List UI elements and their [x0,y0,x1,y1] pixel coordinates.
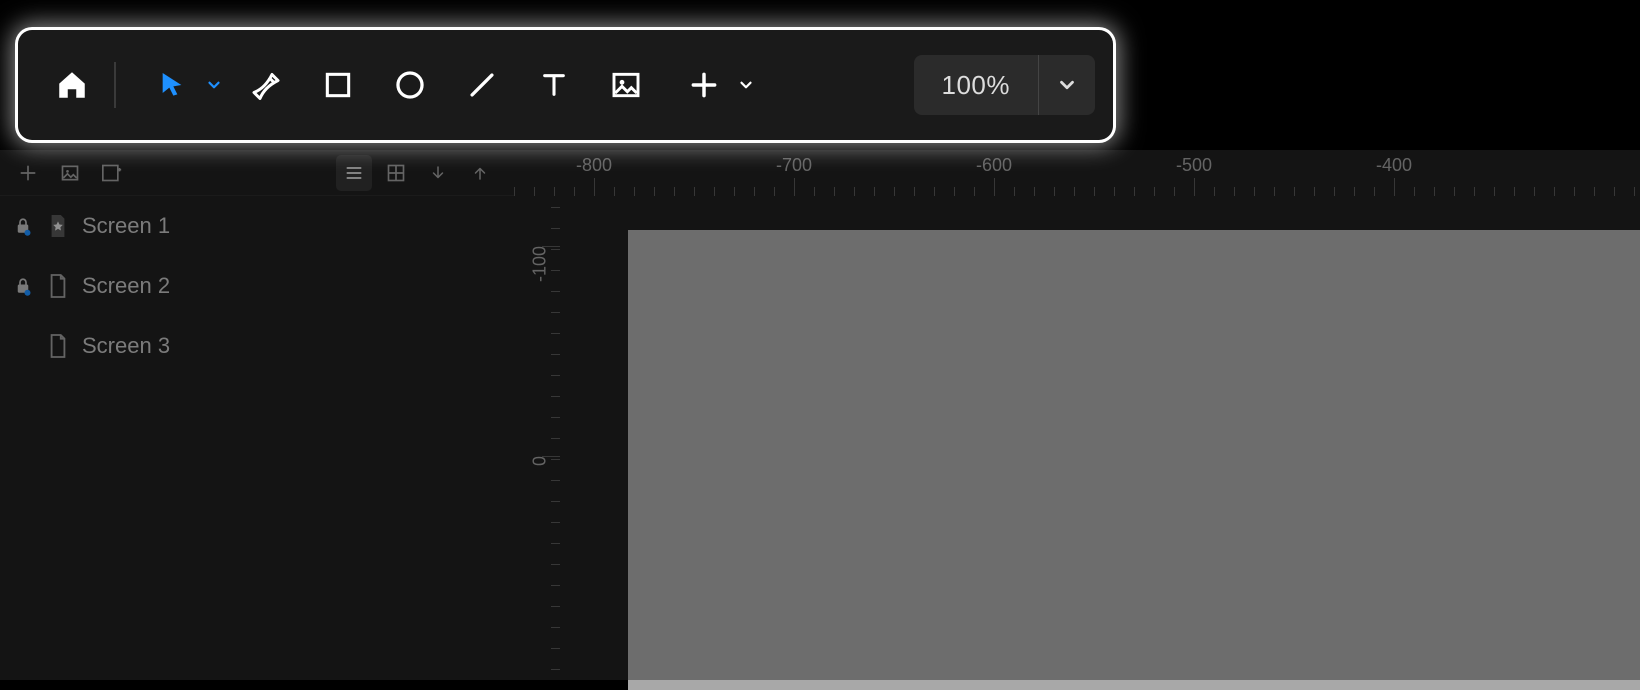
ruler-vertical[interactable]: 0 -100 [514,196,560,680]
page-icon [46,272,70,300]
add-tool[interactable] [676,57,732,113]
view-grid-button[interactable] [378,155,414,191]
sidebar-toolbar [0,150,514,196]
select-tool-dropdown[interactable] [204,75,224,95]
add-frame-button[interactable] [94,155,130,191]
sort-up-button[interactable] [462,155,498,191]
ruler-tick-label: -700 [776,155,812,176]
add-image-button[interactable] [52,155,88,191]
layer-label: Screen 2 [82,273,170,299]
lock-icon[interactable] [12,276,34,296]
ruler-tick-label: 0 [530,456,551,466]
page-star-icon [46,212,70,240]
canvas-viewport[interactable] [560,196,1640,680]
zoom-dropdown[interactable] [1039,55,1095,115]
layer-row[interactable]: Screen 1 [0,196,514,256]
text-tool[interactable] [526,57,582,113]
ruler-horizontal[interactable]: -800 -700 -600 -500 -400 [514,150,1640,196]
sidebar: Screen 1 Screen 2 Screen 3 [0,150,514,680]
page-icon [46,332,70,360]
image-tool[interactable] [598,57,654,113]
sort-down-button[interactable] [420,155,456,191]
ruler-tick-label: -400 [1376,155,1412,176]
layer-label: Screen 1 [82,213,170,239]
zoom-value[interactable]: 100% [914,70,1039,101]
ellipse-tool[interactable] [382,57,438,113]
select-tool[interactable] [144,57,200,113]
rectangle-tool[interactable] [310,57,366,113]
main-toolbar: 100% [18,30,1113,140]
layer-row[interactable]: Screen 3 [0,316,514,376]
ruler-tick-label: -800 [576,155,612,176]
add-tool-dropdown[interactable] [736,75,756,95]
toolbar-divider [114,62,116,108]
lock-icon[interactable] [12,216,34,236]
artboard[interactable] [628,230,1640,690]
layer-label: Screen 3 [82,333,170,359]
home-button[interactable] [44,57,100,113]
zoom-control: 100% [914,55,1096,115]
add-layer-button[interactable] [10,155,46,191]
ruler-tick-label: -500 [1176,155,1212,176]
view-list-button[interactable] [336,155,372,191]
line-tool[interactable] [454,57,510,113]
ruler-tick-label: -600 [976,155,1012,176]
ruler-tick-label: -100 [530,246,551,282]
pen-tool[interactable] [238,57,294,113]
layer-row[interactable]: Screen 2 [0,256,514,316]
